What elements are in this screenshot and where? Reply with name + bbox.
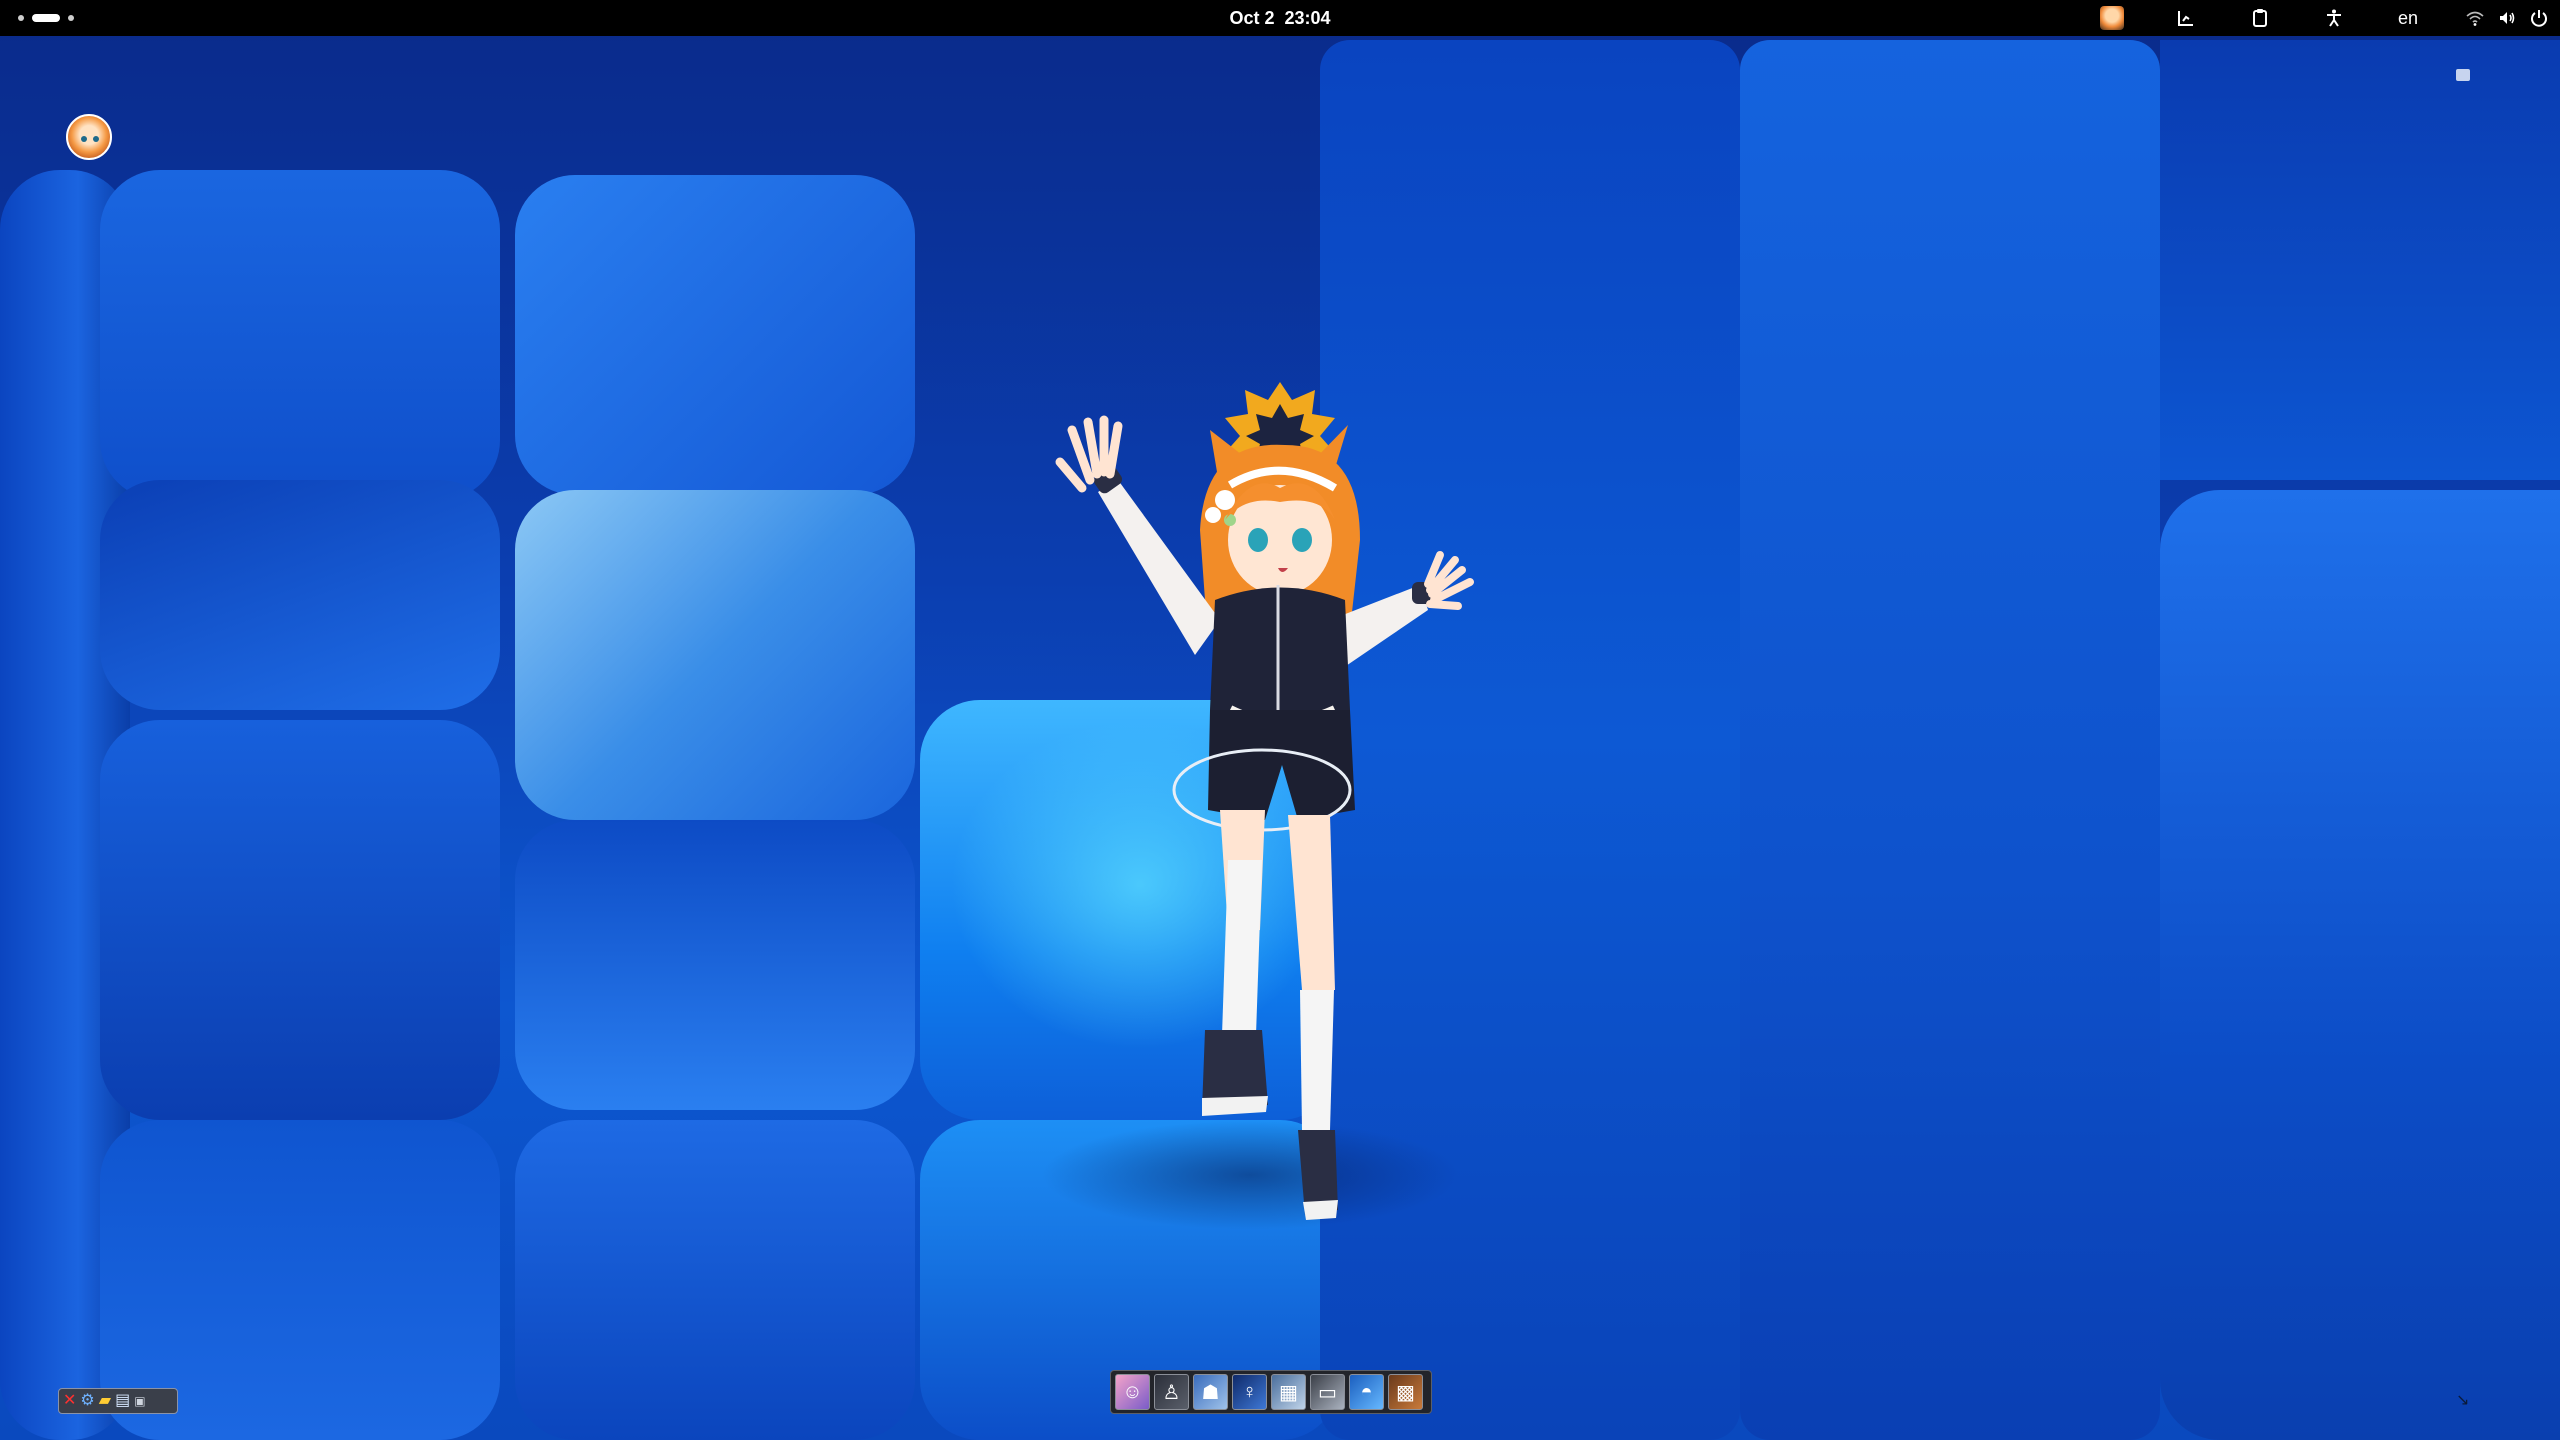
language-label: en <box>2397 7 2419 28</box>
wallpaper-block <box>515 175 915 495</box>
clipboard-icon <box>2253 9 2267 27</box>
wallpaper-block <box>2160 490 2560 1440</box>
user-avatar-icon <box>2100 6 2124 30</box>
clock-menu[interactable]: Oct 2 23:04 <box>1180 0 1380 36</box>
desktop-cursor-icon: ↘ <box>2456 1392 2470 1409</box>
wallpaper-block <box>515 820 915 1110</box>
wallpaper-block <box>100 480 500 710</box>
top-bar: Oct 2 23:04 en <box>0 0 2560 36</box>
app-scene-icon[interactable]: ◓ <box>1349 1374 1384 1410</box>
avatar-eye <box>93 136 99 142</box>
clipboard-button[interactable] <box>2240 0 2280 36</box>
wallpaper-block <box>100 720 500 1120</box>
settings-icon[interactable]: ⚙ <box>80 1391 94 1411</box>
accessibility-button[interactable] <box>2314 0 2354 36</box>
app-pose-icon[interactable]: ♙ <box>1154 1374 1189 1410</box>
volume-icon <box>2500 12 2515 24</box>
terminal-icon[interactable]: ▣ <box>134 1391 145 1411</box>
wallpaper-block <box>100 170 500 500</box>
close-icon[interactable]: ✕ <box>63 1391 76 1411</box>
wallpaper-block <box>515 1120 915 1440</box>
app-screen-capture-icon[interactable]: ▦ <box>1271 1374 1306 1410</box>
avatar-eye <box>81 136 87 142</box>
app-monitor-icon[interactable]: ▭ <box>1310 1374 1345 1410</box>
app-character-editor-icon[interactable]: ☺ <box>1115 1374 1150 1410</box>
wallpaper-block <box>515 490 915 820</box>
folder-icon[interactable]: ▰ <box>99 1391 111 1411</box>
active-workspace-indicator[interactable] <box>32 14 60 22</box>
power-icon <box>2531 10 2547 27</box>
clock-time: 23:04 <box>1284 7 1331 28</box>
language-button[interactable]: en <box>2388 0 2428 36</box>
window-icon[interactable]: ▤ <box>115 1391 130 1411</box>
user-avatar-button[interactable] <box>2092 0 2132 36</box>
screenshot-icon <box>2178 11 2193 26</box>
quick-launch-tray: ✕ ⚙ ▰ ▤ ▣ <box>58 1388 178 1414</box>
app-stage-icon[interactable]: ☗ <box>1193 1374 1228 1410</box>
app-dock: ☺ ♙ ☗ ♀ ▦ ▭ ◓ ▩ <box>1110 1370 1432 1414</box>
desktop-avatar-icon[interactable] <box>66 114 112 160</box>
accessibility-icon <box>2327 9 2341 27</box>
app-box-icon[interactable]: ▩ <box>1388 1374 1423 1410</box>
wallpaper-block <box>2160 40 2560 480</box>
window-minimize-widget[interactable] <box>2456 69 2470 81</box>
network-icon <box>2466 11 2484 26</box>
wallpaper-block <box>1740 40 2160 1440</box>
screenshot-button[interactable] <box>2166 0 2206 36</box>
volume-button[interactable] <box>2494 0 2520 36</box>
network-button[interactable] <box>2462 0 2488 36</box>
power-button[interactable] <box>2526 0 2552 36</box>
activities-button[interactable] <box>18 0 74 36</box>
workspace-dot[interactable] <box>68 15 74 21</box>
app-figure-icon[interactable]: ♀ <box>1232 1374 1267 1410</box>
desktop-mascot-character[interactable] <box>1030 370 1490 1250</box>
system-tray: en <box>2092 0 2560 36</box>
clock-date: Oct 2 <box>1229 7 1275 28</box>
workspace-dot[interactable] <box>18 15 24 21</box>
